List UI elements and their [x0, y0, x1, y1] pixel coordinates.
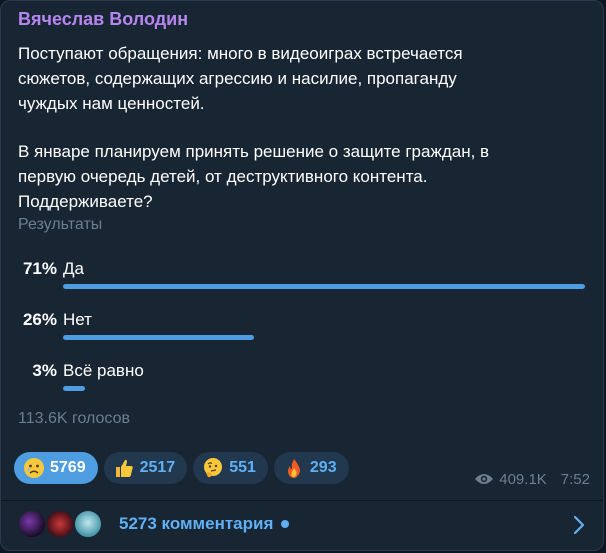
- message-line: чуждых нам ценностей.: [18, 94, 205, 113]
- poll-option-bar: [63, 335, 254, 340]
- author-name[interactable]: Вячеслав Володин: [18, 9, 188, 30]
- crying-face-icon: [23, 457, 45, 479]
- reaction-thinking[interactable]: 551: [193, 452, 268, 484]
- reaction-count: 293: [309, 459, 337, 476]
- reaction-fire[interactable]: 293: [273, 452, 349, 484]
- message-line: сюжетов, содержащих агрессию и насилие, …: [18, 69, 457, 88]
- poll-option-text: Нет: [63, 310, 92, 329]
- poll-option-percent: 71%: [22, 259, 57, 278]
- avatar: [17, 509, 47, 539]
- channel-post: Вячеслав Володин Поступают обращения: мн…: [0, 0, 604, 551]
- unread-dot: [281, 520, 290, 528]
- reaction-thumbs-up[interactable]: 2517: [103, 452, 188, 484]
- reactions-bar: 5769 2517 551 293: [14, 452, 349, 484]
- avatar: [45, 509, 75, 539]
- poll-option-percent: 3%: [32, 361, 57, 380]
- fire-icon: [283, 457, 305, 479]
- poll-option-bar: [63, 386, 85, 391]
- thumbs-up-icon: [113, 457, 135, 479]
- message-line: первую очередь детей, от деструктивного …: [18, 167, 428, 186]
- poll-option[interactable]: 3% Всё равно: [1, 361, 603, 401]
- reaction-count: 2517: [139, 459, 176, 476]
- comments-count-text: 5273 комментария: [119, 514, 274, 533]
- poll-option[interactable]: 26% Нет: [1, 310, 603, 350]
- poll-option[interactable]: 71% Да: [1, 259, 603, 299]
- comments-count-label: 5273 комментария: [119, 514, 290, 534]
- comments-button[interactable]: 5273 комментария: [1, 501, 603, 550]
- reaction-count: 551: [229, 459, 256, 476]
- chevron-right-icon: [573, 515, 585, 535]
- poll-option-bar: [63, 284, 585, 289]
- commenter-avatars: [17, 509, 107, 539]
- post-time: 7:52: [560, 470, 590, 488]
- message-line: Поступают обращения: много в видеоиграх …: [18, 44, 463, 63]
- poll-option-text: Всё равно: [63, 361, 144, 380]
- reaction-crying[interactable]: 5769: [14, 452, 98, 484]
- poll-option-text: Да: [63, 259, 84, 278]
- poll-results-label: Результаты: [18, 216, 103, 233]
- views-count: 409.1K: [499, 470, 547, 488]
- eye-icon: [475, 474, 494, 484]
- avatar: [73, 509, 103, 539]
- reaction-count: 5769: [50, 459, 86, 476]
- message-line: В январе планируем принять решение о защ…: [18, 142, 490, 161]
- poll-votes-count[interactable]: 113.6K голосов: [18, 410, 130, 428]
- thinking-face-icon: [202, 457, 224, 479]
- poll-option-percent: 26%: [22, 310, 57, 329]
- post-meta: 409.1K 7:52: [474, 468, 590, 490]
- message-line: Поддерживаете?: [18, 192, 153, 211]
